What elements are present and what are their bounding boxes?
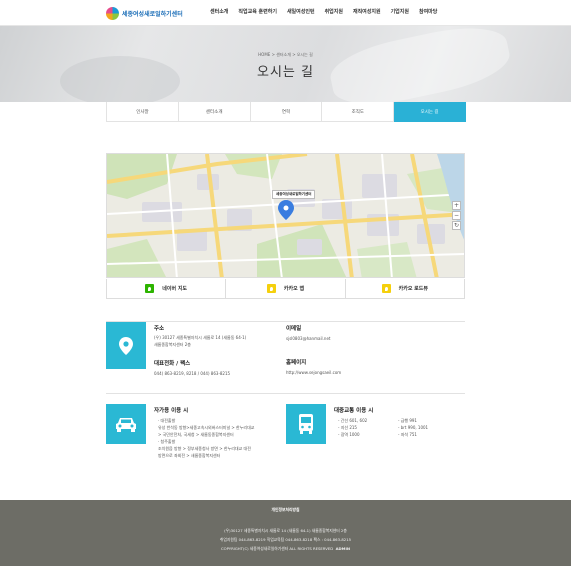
naver-map-link[interactable]: 네이버 지도 [107,279,227,298]
kakao-roadview-icon [381,284,391,293]
bus-route: - brt 990, 1001 [398,425,429,430]
kakao-map-label: 카카오 맵 [283,286,305,292]
section-divider [106,321,465,322]
nav-intern[interactable]: 새일여성인턴 [287,8,315,15]
bus-route: - 광역 1000 [338,432,360,437]
bus-route: - 지선 215 [338,425,357,430]
address-title: 주소 [154,326,165,332]
tab-center-intro[interactable]: 센터소개 [178,102,251,122]
car-icon [106,404,146,444]
site-logo[interactable]: 세종여성새로일하기센터 [106,6,183,20]
phone-text: 044) 863-8219, 8218 / 044) 863-8215 [154,371,231,376]
nav-community[interactable]: 참여마당 [419,8,437,15]
address-line-1: (우) 30127 세종특별자치시 새롬로 14 (새롬동 64-1) [154,335,247,340]
footer-phones: 취업지원팀 044-863-8219 직업교육팀 044-863-8218 팩스… [219,537,352,542]
homepage-link[interactable]: http://www.sejongsaeil.com [286,369,341,376]
kakao-map-icon [266,284,276,293]
homepage-title: 홈페이지 [286,360,307,366]
car-line-3: > 국민안전처, 국세청 > 새롬동종합복지센터 [158,432,234,437]
car-title: 자가용 이용 시 [154,408,189,414]
breadcrumb: HOME > 센터소개 > 오시는 길 [258,52,313,57]
bus-route: - 좌석 751 [398,432,417,437]
location-map[interactable]: 세종여성새로일하기센터 + − ↻ [106,153,465,278]
sub-tabs: 인사말 센터소개 연혁 조직도 오시는 길 [106,102,466,122]
bus-route: - 급행 991 [398,418,417,423]
naver-map-icon [145,284,155,293]
address-line-2: 새롬종합복지센터 2층 [154,342,191,347]
tab-greeting[interactable]: 인사말 [107,102,179,122]
tab-directions[interactable]: 오시는 길 [394,102,466,122]
map-links: 네이버 지도 카카오 맵 카카오 로드뷰 [106,279,465,299]
email-text[interactable]: sjsl0803@hanmail.net [286,335,331,342]
naver-map-label: 네이버 지도 [162,286,188,292]
footer-copyright-row: COPYRIGHT(C) 세종여성새로일하기센터 ALL RIGHTS RESE… [0,546,571,552]
admin-link[interactable]: ADMIN [336,546,350,551]
car-line-1: · 대전출발 [158,418,176,423]
car-line-4: · 청주출발 [158,439,176,444]
section-divider [106,393,465,394]
logo-icon [106,6,119,20]
zoom-in-button[interactable]: + [452,201,461,210]
tab-organization[interactable]: 조직도 [322,102,395,122]
tab-history[interactable]: 연혁 [250,102,323,122]
nav-employment[interactable]: 취업지원 [325,8,343,15]
nav-job-training[interactable]: 직업교육 훈련하기 [238,8,277,15]
nav-center-intro[interactable]: 센터소개 [210,8,228,15]
page-title: 오시는 길 [257,65,314,80]
car-line-5: 조치원읍 방향 > 정부세종청사 방면 > 한누리대교 대전 [158,446,251,451]
nav-company[interactable]: 기업지원 [391,8,409,15]
site-footer: 개인정보처리방침 (우)30127 세종특별자치시 새롬로 14 (새롬동 64… [0,500,571,566]
bus-route: - 간선 601, 602 [338,418,368,423]
map-controls: + − ↻ [452,201,461,231]
zoom-out-button[interactable]: − [452,211,461,220]
map-pin-label: 세종여성새로일하기센터 [272,190,316,199]
car-line-2: 유성 반석동 방향>세종고속시외버스터미널 > 한누리대교 [158,425,255,430]
main-nav: 센터소개 직업교육 훈련하기 새일여성인턴 취업지원 재직여성지원 기업지원 참… [210,8,447,15]
footer-address: (우)30127 세종특별자치시 새롬로 14 (새롬동 64-1) 새롬종합복… [224,528,347,533]
car-line-6: 방면으로 좌회전 > 새롬종합복지센터 [158,453,221,458]
kakao-map-link[interactable]: 카카오 맵 [226,279,346,298]
logo-text: 세종여성새로일하기센터 [122,10,183,18]
map-reset-button[interactable]: ↻ [452,221,461,230]
phone-title: 대표전화 / 팩스 [154,361,191,367]
privacy-policy-link[interactable]: 개인정보처리방침 [0,507,571,513]
kakao-roadview-link[interactable]: 카카오 로드뷰 [346,279,464,298]
kakao-roadview-label: 카카오 로드뷰 [398,286,428,292]
map-canvas [107,154,464,277]
bus-title: 대중교통 이용 시 [334,408,374,414]
email-title: 이메일 [286,326,302,332]
site-header: 세종여성새로일하기센터 센터소개 직업교육 훈련하기 새일여성인턴 취업지원 재… [0,0,571,26]
footer-copyright: COPYRIGHT(C) 세종여성새로일하기센터 ALL RIGHTS RESE… [220,546,334,551]
bus-icon [286,404,326,444]
nav-working-women[interactable]: 재직여성지원 [353,8,381,15]
location-pin-icon [106,322,146,369]
